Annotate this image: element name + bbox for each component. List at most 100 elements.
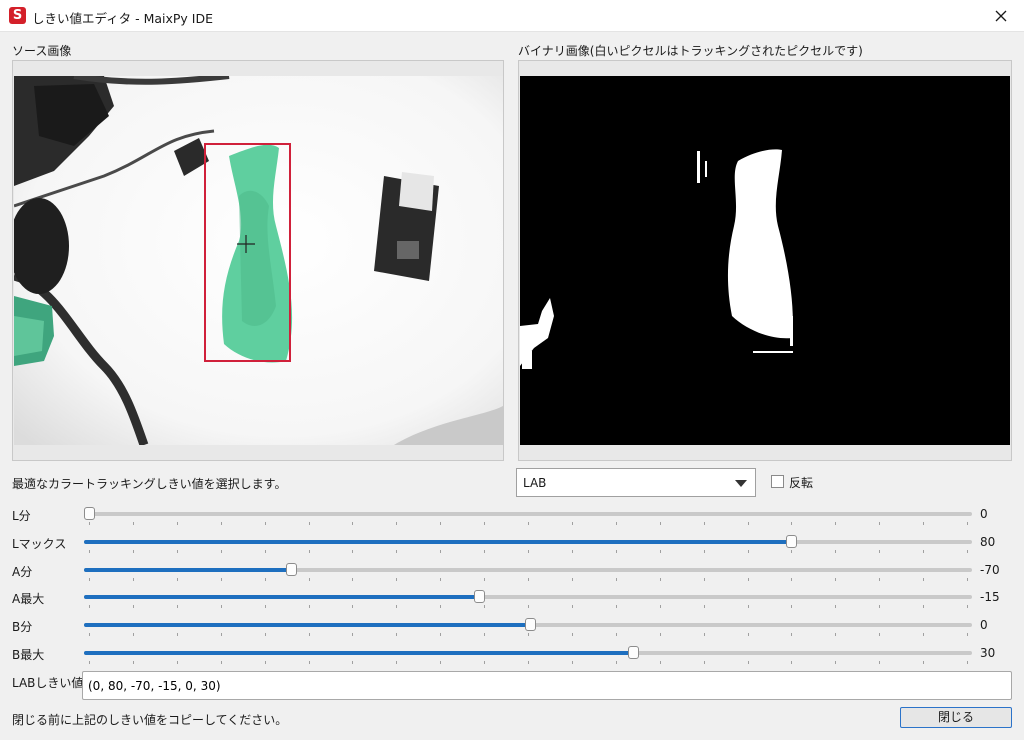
slider[interactable] bbox=[84, 643, 972, 664]
slider-tick bbox=[352, 522, 353, 525]
app-icon: S bbox=[9, 7, 26, 24]
slider-tick bbox=[879, 550, 880, 553]
slider-tick bbox=[440, 550, 441, 553]
slider-tick bbox=[616, 605, 617, 608]
slider-tick bbox=[133, 661, 134, 664]
slider-tick bbox=[923, 522, 924, 525]
invert-label[interactable]: 反転 bbox=[789, 474, 813, 491]
slider-track[interactable] bbox=[84, 512, 972, 516]
slider-tick bbox=[660, 550, 661, 553]
slider-tick bbox=[352, 633, 353, 636]
slider-handle[interactable] bbox=[628, 646, 639, 659]
slider-tick bbox=[309, 605, 310, 608]
slider-tick bbox=[528, 550, 529, 553]
slider-tick bbox=[396, 522, 397, 525]
slider-tick bbox=[572, 578, 573, 581]
slider-tick bbox=[133, 605, 134, 608]
slider-tick bbox=[704, 633, 705, 636]
threshold-label: LABしきい値 bbox=[12, 676, 84, 690]
slider-tick bbox=[660, 633, 661, 636]
title-bar: S しきい値エディタ - MaixPy IDE bbox=[0, 0, 1024, 32]
slider-tick bbox=[835, 661, 836, 664]
slider-fill bbox=[84, 595, 479, 599]
slider-tick bbox=[221, 550, 222, 553]
slider-tick bbox=[221, 605, 222, 608]
slider-tick bbox=[748, 661, 749, 664]
slider-tick bbox=[440, 578, 441, 581]
window-close-button[interactable] bbox=[978, 0, 1024, 32]
window-title: しきい値エディタ - MaixPy IDE bbox=[32, 11, 214, 26]
slider-value: 0 bbox=[980, 507, 988, 521]
slider-tick bbox=[572, 633, 573, 636]
slider-tick bbox=[221, 578, 222, 581]
slider-tick bbox=[484, 578, 485, 581]
slider-handle[interactable] bbox=[286, 563, 297, 576]
slider-tick bbox=[748, 522, 749, 525]
slider-tick bbox=[704, 550, 705, 553]
slider-label: B分 bbox=[12, 620, 33, 634]
slider-tick bbox=[572, 605, 573, 608]
slider-tick bbox=[309, 550, 310, 553]
slider-handle[interactable] bbox=[84, 507, 95, 520]
slider-tick bbox=[89, 605, 90, 608]
slider[interactable] bbox=[84, 615, 972, 636]
slider-tick bbox=[396, 661, 397, 664]
slider-ticks bbox=[84, 522, 972, 525]
slider-tick bbox=[923, 550, 924, 553]
slider[interactable] bbox=[84, 560, 972, 581]
slider-fill bbox=[84, 651, 635, 655]
slider-tick bbox=[660, 578, 661, 581]
slider-tick bbox=[396, 605, 397, 608]
close-button[interactable]: 閉じる bbox=[900, 707, 1012, 728]
slider-tick bbox=[879, 633, 880, 636]
slider-tick bbox=[835, 578, 836, 581]
slider-tick bbox=[528, 578, 529, 581]
slider-tick bbox=[704, 522, 705, 525]
slider-tick bbox=[660, 661, 661, 664]
slider-label: Lマックス bbox=[12, 537, 67, 551]
slider[interactable] bbox=[84, 587, 972, 608]
slider-tick bbox=[879, 578, 880, 581]
invert-checkbox[interactable] bbox=[771, 475, 784, 488]
slider-label: A分 bbox=[12, 565, 33, 579]
slider-tick bbox=[704, 605, 705, 608]
slider-value: -15 bbox=[980, 590, 1000, 604]
slider-tick bbox=[89, 633, 90, 636]
slider[interactable] bbox=[84, 532, 972, 553]
slider[interactable] bbox=[84, 504, 972, 525]
slider-handle[interactable] bbox=[525, 618, 536, 631]
slider-tick bbox=[309, 633, 310, 636]
slider-ticks bbox=[84, 661, 972, 664]
slider-tick bbox=[484, 550, 485, 553]
slider-tick bbox=[748, 633, 749, 636]
color-space-value: LAB bbox=[523, 476, 547, 490]
slider-tick bbox=[352, 578, 353, 581]
copy-note: 閉じる前に上記のしきい値をコピーしてください。 bbox=[12, 713, 288, 727]
slider-fill bbox=[84, 540, 794, 544]
slider-ticks bbox=[84, 633, 972, 636]
slider-tick bbox=[309, 522, 310, 525]
slider-tick bbox=[835, 550, 836, 553]
slider-tick bbox=[572, 661, 573, 664]
slider-tick bbox=[177, 633, 178, 636]
binary-image bbox=[520, 76, 1010, 445]
slider-tick bbox=[484, 605, 485, 608]
slider-handle[interactable] bbox=[474, 590, 485, 603]
slider-tick bbox=[352, 550, 353, 553]
slider-tick bbox=[528, 661, 529, 664]
binary-image-canvas bbox=[520, 76, 1010, 445]
slider-tick bbox=[309, 578, 310, 581]
slider-handle[interactable] bbox=[786, 535, 797, 548]
slider-tick bbox=[177, 522, 178, 525]
slider-tick bbox=[967, 605, 968, 608]
slider-tick bbox=[967, 633, 968, 636]
slider-tick bbox=[923, 661, 924, 664]
threshold-field[interactable] bbox=[82, 671, 1012, 700]
color-space-select[interactable]: LAB bbox=[516, 468, 756, 497]
slider-tick bbox=[791, 633, 792, 636]
source-image-canvas bbox=[14, 76, 503, 445]
binary-image-label: バイナリ画像(白いピクセルはトラッキングされたピクセルです) bbox=[518, 44, 863, 58]
slider-tick bbox=[177, 605, 178, 608]
slider-tick bbox=[616, 633, 617, 636]
slider-tick bbox=[660, 522, 661, 525]
